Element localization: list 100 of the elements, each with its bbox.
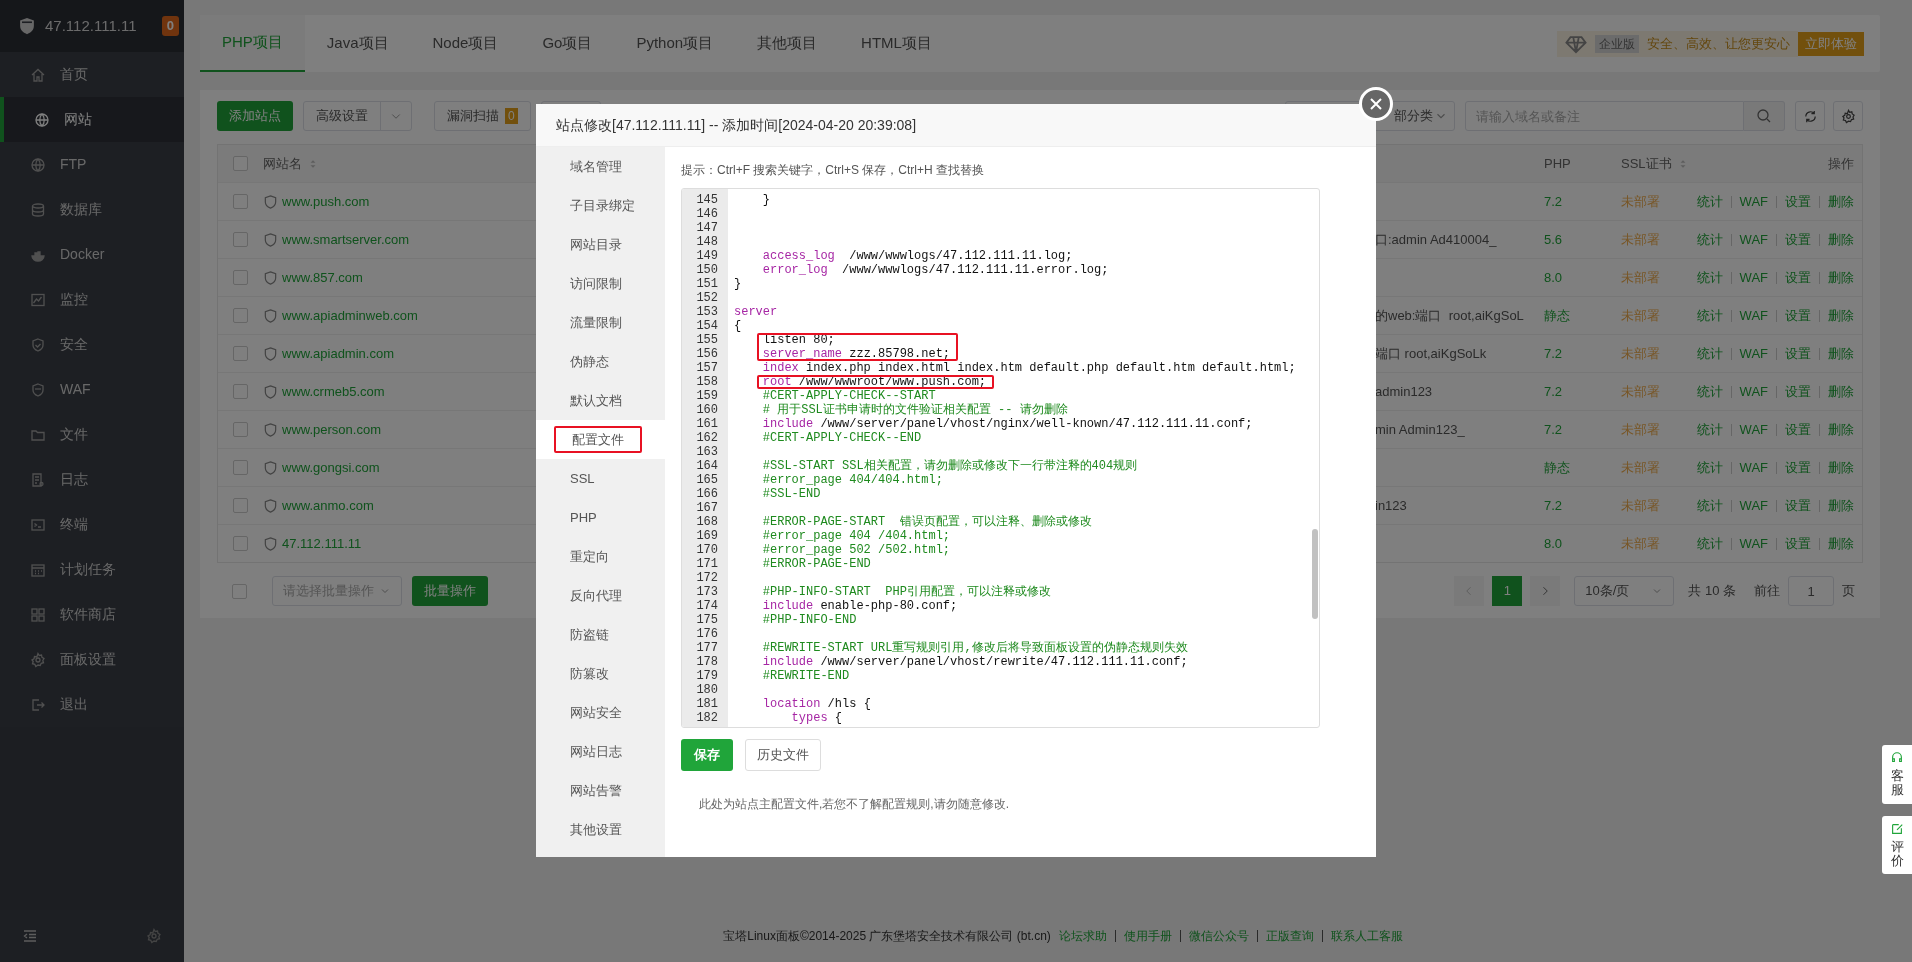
action-link[interactable]: WAF xyxy=(1739,305,1768,326)
page-input[interactable]: 1 xyxy=(1788,576,1834,606)
dialog-nav-item[interactable]: 网站日志 xyxy=(554,739,638,764)
action-link[interactable]: 删除 xyxy=(1828,533,1854,554)
action-link[interactable]: 统计 xyxy=(1696,267,1723,288)
sidebar-item[interactable]: 日志 xyxy=(0,457,184,502)
action-link[interactable]: 删除 xyxy=(1828,305,1854,326)
checkbox[interactable] xyxy=(233,384,248,399)
action-link[interactable]: WAF xyxy=(1739,191,1768,212)
checkbox[interactable] xyxy=(233,156,248,171)
site-link[interactable]: www.person.com xyxy=(282,419,381,440)
bulk-action-button[interactable]: 批量操作 xyxy=(412,576,488,606)
dialog-nav-item[interactable]: 配置文件 xyxy=(554,425,642,454)
action-link[interactable]: 删除 xyxy=(1828,381,1854,402)
checkbox[interactable] xyxy=(233,346,248,361)
dialog-nav-item[interactable]: 反向代理 xyxy=(554,583,638,608)
scrollbar-thumb[interactable] xyxy=(1312,529,1318,619)
add-site-button[interactable]: 添加站点 xyxy=(217,101,293,131)
action-link[interactable]: WAF xyxy=(1739,267,1768,288)
tab[interactable]: 其他项目 xyxy=(735,15,840,72)
footer-link[interactable]: 正版查询 xyxy=(1265,927,1314,945)
action-link[interactable]: 删除 xyxy=(1828,419,1854,440)
sidebar-item[interactable]: 网站 xyxy=(0,97,184,142)
tab[interactable]: HTML项目 xyxy=(839,15,954,72)
action-link[interactable]: 删除 xyxy=(1828,229,1854,250)
action-link[interactable]: WAF xyxy=(1739,343,1768,364)
action-link[interactable]: WAF xyxy=(1739,457,1768,478)
float-tab[interactable]: 客服 xyxy=(1882,745,1912,804)
footer-link[interactable]: 联系人工客服 xyxy=(1330,927,1403,945)
vulnerability-scan-button[interactable]: 漏洞扫描 0 xyxy=(434,101,531,131)
action-link[interactable]: 设置 xyxy=(1785,533,1811,554)
tab[interactable]: Go项目 xyxy=(520,15,615,72)
site-link[interactable]: www.anmo.com xyxy=(282,495,374,516)
tab[interactable]: Node项目 xyxy=(410,15,521,72)
tab[interactable]: PHP项目 xyxy=(200,15,305,72)
sidebar-item[interactable]: 安全 xyxy=(0,322,184,367)
sidebar-item[interactable]: 计划任务 xyxy=(0,547,184,592)
action-link[interactable]: 设置 xyxy=(1785,343,1811,364)
action-link[interactable]: 统计 xyxy=(1696,419,1723,440)
settings-icon[interactable] xyxy=(146,928,162,944)
action-link[interactable]: 统计 xyxy=(1696,229,1723,250)
checkbox[interactable] xyxy=(232,583,247,599)
site-link[interactable]: www.smartserver.com xyxy=(282,229,410,250)
action-link[interactable]: 统计 xyxy=(1696,533,1723,554)
refresh-button[interactable] xyxy=(1795,101,1825,131)
action-link[interactable]: 设置 xyxy=(1785,457,1811,478)
next-page-button[interactable] xyxy=(1530,576,1561,606)
site-link[interactable]: www.857.com xyxy=(282,267,363,288)
action-link[interactable]: 设置 xyxy=(1785,267,1811,288)
action-link[interactable]: 删除 xyxy=(1828,267,1854,288)
action-link[interactable]: WAF xyxy=(1739,533,1768,554)
checkbox[interactable] xyxy=(233,308,248,323)
dialog-nav-item[interactable]: 子目录绑定 xyxy=(554,193,651,218)
site-link[interactable]: www.push.com xyxy=(282,191,370,212)
site-link[interactable]: www.gongsi.com xyxy=(282,457,380,478)
sidebar-item[interactable]: 数据库 xyxy=(0,187,184,232)
dialog-nav-item[interactable]: 重定向 xyxy=(554,544,625,569)
footer-link[interactable]: 论坛求助 xyxy=(1058,927,1107,945)
dialog-nav-item[interactable]: 网站告警 xyxy=(554,778,638,803)
sidebar-item[interactable]: 退出 xyxy=(0,682,184,727)
dialog-nav-item[interactable]: 网站目录 xyxy=(554,232,638,257)
tab[interactable]: Java项目 xyxy=(304,15,411,72)
collapse-menu-icon[interactable] xyxy=(22,928,38,944)
action-link[interactable]: 统计 xyxy=(1696,495,1723,516)
action-link[interactable]: 统计 xyxy=(1696,457,1723,478)
action-link[interactable]: WAF xyxy=(1739,229,1768,250)
advanced-settings-dropdown[interactable]: 高级设置 xyxy=(303,101,412,131)
action-link[interactable]: 删除 xyxy=(1828,191,1854,212)
code-editor[interactable] xyxy=(681,188,1320,728)
dialog-nav-item[interactable]: 防篡改 xyxy=(554,661,625,686)
dialog-nav-item[interactable]: 网站安全 xyxy=(554,700,638,725)
site-link[interactable]: www.apiadmin.com xyxy=(282,343,394,364)
try-now-button[interactable]: 立即体验 xyxy=(1798,31,1864,56)
sidebar-item[interactable]: 文件 xyxy=(0,412,184,457)
checkbox[interactable] xyxy=(233,194,248,209)
settings-button[interactable] xyxy=(1833,101,1863,131)
action-link[interactable]: 统计 xyxy=(1696,191,1723,212)
search-button[interactable] xyxy=(1744,101,1785,131)
action-link[interactable]: WAF xyxy=(1739,381,1768,402)
tab[interactable]: Python项目 xyxy=(614,15,736,72)
action-link[interactable]: 删除 xyxy=(1828,457,1854,478)
checkbox[interactable] xyxy=(233,498,248,513)
dialog-nav-item[interactable]: 其他设置 xyxy=(554,817,638,842)
action-link[interactable]: WAF xyxy=(1739,419,1768,440)
action-link[interactable]: 统计 xyxy=(1696,305,1723,326)
sidebar-item[interactable]: FTP xyxy=(0,142,184,187)
dialog-nav-item[interactable]: 流量限制 xyxy=(554,310,638,335)
sidebar-item[interactable]: 监控 xyxy=(0,277,184,322)
site-link[interactable]: www.crmeb5.com xyxy=(282,381,385,402)
dialog-nav-item[interactable]: 伪静态 xyxy=(554,349,625,374)
action-link[interactable]: 设置 xyxy=(1785,191,1811,212)
dialog-nav-item[interactable]: 域名管理 xyxy=(554,154,638,179)
float-tab[interactable]: 评价 xyxy=(1882,815,1912,875)
dialog-nav-item[interactable]: 访问限制 xyxy=(554,271,638,296)
action-link[interactable]: 删除 xyxy=(1828,343,1854,364)
action-link[interactable]: 设置 xyxy=(1785,229,1811,250)
sidebar-item[interactable]: WAF xyxy=(0,367,184,412)
checkbox[interactable] xyxy=(233,422,248,437)
sidebar-item[interactable]: 首页 xyxy=(0,52,184,97)
sidebar-item[interactable]: 面板设置 xyxy=(0,637,184,682)
